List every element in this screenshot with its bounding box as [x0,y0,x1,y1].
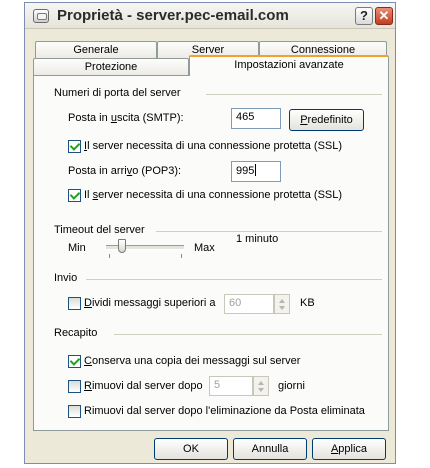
tab-impostazioni-avanzate[interactable]: Impostazioni avanzate [189,55,389,76]
close-button[interactable]: ✕ [375,7,393,25]
delivery-separator [114,334,382,335]
ports-section-label: Numeri di porta del server [54,87,181,99]
ok-button[interactable]: OK [154,438,228,460]
cancel-button[interactable]: Annulla [233,438,307,460]
window-title: Proprietà - server.pec-email.com [57,7,289,24]
remove-days-unit: giorni [278,380,305,392]
keep-copy-checkbox[interactable] [68,355,81,368]
split-size-input[interactable]: 60 [224,294,274,314]
send-section-label: Invio [54,272,78,284]
split-size-unit: KB [300,297,315,309]
remove-deleted-checkbox[interactable] [68,405,81,418]
tab-generale[interactable]: Generale [35,41,157,58]
timeout-max-label: Max [194,242,215,254]
remove-deleted-label[interactable]: Rimuovi dal server dopo l'eliminazione d… [84,405,365,417]
send-separator [86,279,382,280]
timeout-section-label: Timeout del server [54,224,145,236]
timeout-min-label: Min [68,242,86,254]
account-icon [33,9,49,23]
keep-copy-label[interactable]: Conserva una copia dei messaggi sul serv… [84,355,300,367]
text-caret [255,164,257,176]
default-button[interactable]: Predefinito [289,109,364,131]
tab-protezione[interactable]: Protezione [33,58,189,75]
split-size-spinner[interactable] [274,294,290,314]
ports-separator [206,94,382,95]
remove-after-checkbox[interactable] [68,380,81,393]
remove-days-input[interactable]: 5 [209,376,253,396]
smtp-ssl-checkbox[interactable] [68,140,81,153]
apply-button[interactable]: Applica [312,438,386,460]
timeout-slider-thumb[interactable] [117,239,126,253]
chevron-down-icon [279,306,285,310]
properties-dialog: Proprietà - server.pec-email.com ? ✕ Gen… [24,2,396,464]
split-messages-checkbox[interactable] [68,297,81,310]
remove-after-label[interactable]: Rimuovi dal server dopo [84,380,203,392]
chevron-up-icon [279,299,285,303]
chevron-down-icon [258,388,264,392]
smtp-ssl-label[interactable]: Il server necessita di una connessione p… [84,140,342,152]
smtp-port-label: Posta in uscita (SMTP): [68,112,184,124]
slider-tick [181,254,182,258]
smtp-port-input[interactable]: 465 [231,108,281,129]
timeout-value: 1 minuto [236,233,279,245]
pop3-port-input[interactable]: 995 [231,161,281,182]
advanced-settings-panel: Numeri di porta del server Posta in usci… [33,75,389,431]
split-messages-label[interactable]: Dividi messaggi superiori a [84,297,215,309]
timeout-separator [156,231,382,232]
title-bar[interactable]: Proprietà - server.pec-email.com ? ✕ [25,3,395,29]
chevron-up-icon [258,381,264,385]
close-icon: ✕ [378,8,390,23]
slider-tick [109,254,110,258]
delivery-section-label: Recapito [54,327,98,339]
remove-days-spinner[interactable] [253,376,269,396]
pop3-ssl-label[interactable]: Il server necessita di una connessione p… [84,189,342,201]
pop3-ssl-checkbox[interactable] [68,189,81,202]
pop3-port-label: Posta in arrivo (POP3): [68,165,182,177]
help-button[interactable]: ? [355,7,373,25]
